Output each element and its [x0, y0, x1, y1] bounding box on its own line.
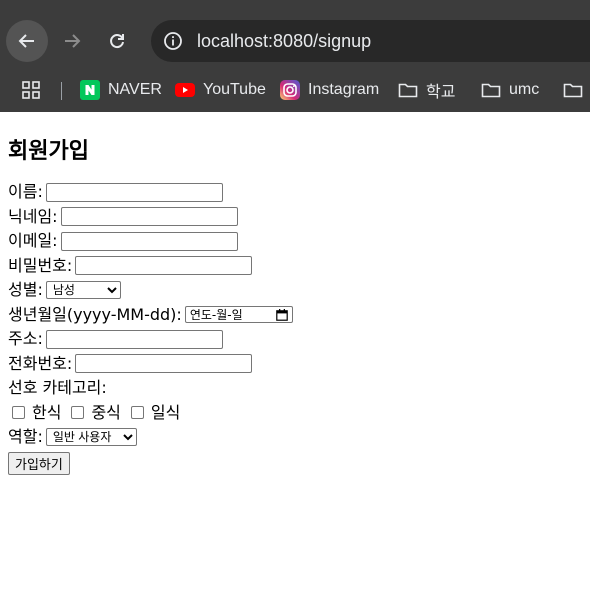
gender-select[interactable]: 남성 [45, 281, 121, 300]
category-row: 선호 카테고리: [8, 376, 582, 401]
bookmark-label: NAVER [108, 81, 162, 98]
password-label: 비밀번호: [8, 255, 73, 275]
bookmark-label: umc [509, 81, 540, 98]
email-row: 이메일: [8, 229, 582, 254]
signup-page: 회원가입 이름: 닉네임: 이메일: 비밀번호: 성별: 남성 생년월일(yyy… [8, 112, 582, 475]
apps-grid-icon [22, 81, 40, 99]
phone-label: 전화번호: [8, 353, 73, 373]
bookmark-instagram[interactable]: Instagram [280, 68, 379, 112]
youtube-icon [175, 83, 195, 97]
checkbox-korean-label: 한식 [32, 402, 62, 422]
name-row: 이름: [8, 180, 582, 205]
apps-button[interactable] [22, 68, 40, 112]
nickname-row: 닉네임: [8, 205, 582, 230]
name-input[interactable] [45, 182, 223, 202]
arrow-right-icon [65, 34, 81, 48]
browser-toolbar: localhost:8080/signup [0, 10, 590, 68]
reload-button[interactable] [96, 20, 138, 62]
role-label: 역할: [8, 427, 43, 447]
signup-submit-button[interactable]: 가입하기 [8, 451, 70, 475]
checkbox-japanese-label: 일식 [150, 402, 181, 422]
nickname-input[interactable] [60, 207, 238, 227]
bookmark-folder-school[interactable]: 학교 [398, 68, 455, 112]
url-text: localhost:8080/signup [197, 30, 372, 51]
birthdate-input[interactable]: 연도-월-일 [184, 306, 293, 324]
role-row: 역할: 일반 사용자 [8, 425, 582, 450]
bookmarks-bar: NAVER YouTube Instagram 학교 umc [0, 68, 590, 112]
bookmark-folder-overflow[interactable] [563, 68, 590, 112]
back-button[interactable] [6, 20, 48, 62]
password-input[interactable] [75, 256, 253, 276]
gender-row: 성별: 남성 [8, 278, 582, 303]
instagram-icon [280, 80, 300, 100]
checkbox-korean[interactable] [12, 406, 25, 420]
phone-input[interactable] [75, 354, 253, 374]
checkbox-japanese[interactable] [130, 406, 144, 420]
name-label: 이름: [8, 182, 43, 202]
email-input[interactable] [60, 231, 238, 251]
nickname-label: 닉네임: [8, 206, 58, 226]
bookmark-label: 학교 [426, 84, 456, 101]
address-label: 주소: [8, 329, 43, 349]
folder-icon [481, 83, 501, 98]
bookmark-folder-umc[interactable]: umc [481, 68, 539, 112]
gender-label: 성별: [8, 280, 43, 300]
folder-icon [398, 83, 418, 98]
address-row: 주소: [8, 327, 582, 352]
birthdate-label: 생년월일(yyyy-MM-dd): [8, 304, 182, 324]
bookmark-label: YouTube [203, 81, 266, 98]
bookmark-youtube[interactable]: YouTube [175, 68, 266, 112]
birthdate-placeholder: 연도-월-일 [189, 307, 243, 322]
category-options: 한식 중식 일식 [8, 401, 582, 426]
naver-icon [80, 80, 100, 100]
phone-row: 전화번호: [8, 352, 582, 377]
signup-form: 이름: 닉네임: 이메일: 비밀번호: 성별: 남성 생년월일(yyyy-MM-… [8, 180, 582, 475]
calendar-icon[interactable] [276, 308, 288, 321]
role-select[interactable]: 일반 사용자 [45, 428, 137, 447]
page-title: 회원가입 [8, 139, 89, 164]
reload-icon [110, 34, 124, 49]
bookmark-label: Instagram [308, 81, 380, 98]
birthdate-row: 생년월일(yyyy-MM-dd): 연도-월-일 [8, 303, 582, 328]
checkbox-chinese[interactable] [71, 406, 85, 420]
checkbox-chinese-label: 중식 [91, 402, 121, 422]
address-input[interactable] [45, 329, 223, 349]
forward-button[interactable] [51, 20, 93, 62]
bookmarks-divider [61, 82, 62, 100]
bookmark-naver[interactable]: NAVER [80, 68, 162, 112]
folder-icon [563, 83, 583, 98]
arrow-left-icon [18, 34, 34, 48]
address-bar[interactable]: localhost:8080/signup [151, 20, 590, 62]
site-info-icon[interactable] [163, 31, 183, 51]
category-label: 선호 카테고리: [8, 378, 107, 398]
email-label: 이메일: [8, 231, 58, 251]
password-row: 비밀번호: [8, 254, 582, 279]
tab-strip [0, 0, 590, 10]
